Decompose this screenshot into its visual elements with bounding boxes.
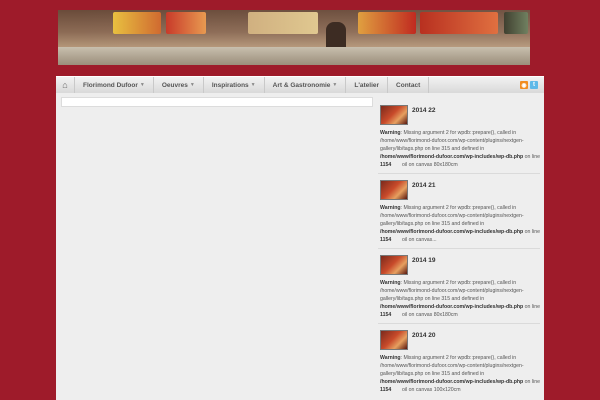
warning-message: : Missing argument 2 for wpdb::prepare()…	[380, 355, 524, 377]
post-meta: oil on canvas 100x120cm	[402, 387, 461, 393]
warning-message: : Missing argument 2 for wpdb::prepare()…	[380, 130, 524, 152]
chevron-down-icon: ▼	[139, 82, 145, 88]
warning-path: /home/www/florimond-dufoor.com/wp-includ…	[380, 304, 524, 310]
nav-item-latelier[interactable]: L'atelier	[346, 77, 389, 93]
post-thumbnail[interactable]	[380, 255, 408, 275]
warning-path: /home/www/florimond-dufoor.com/wp-includ…	[380, 229, 524, 235]
nav-item-label: Inspirations	[211, 81, 249, 89]
nav-item-label: Contact	[396, 81, 421, 89]
nav-item-florimond-dufoor[interactable]: Florimond Dufoor ▼	[75, 77, 154, 93]
post-meta: oil on canvas...	[402, 237, 437, 243]
post-thumbnail[interactable]	[380, 330, 408, 350]
chevron-down-icon: ▼	[189, 82, 195, 88]
nav-item-oeuvres[interactable]: Oeuvres ▼	[154, 77, 204, 93]
warning-line: 1154	[380, 387, 392, 393]
nav-item-label: Florimond Dufoor	[83, 81, 138, 89]
post-meta: oil on canvas 80x180cm	[402, 312, 458, 318]
warning-line: 1154	[380, 237, 392, 243]
post-thumbnail[interactable]	[380, 180, 408, 200]
warning-line: 1154	[380, 162, 392, 168]
rss-icon[interactable]: ◉	[520, 81, 528, 89]
list-item: 2014 21 Warning: Missing argument 2 for …	[378, 174, 540, 249]
chevron-down-icon: ▼	[250, 82, 256, 88]
nav-item-label: Art & Gastronomie	[272, 81, 331, 89]
warning-path: /home/www/florimond-dufoor.com/wp-includ…	[380, 154, 524, 160]
content-area: 2014 22 Warning: Missing argument 2 for …	[56, 93, 544, 400]
nav-item-art-gastronomie[interactable]: Art & Gastronomie ▼	[265, 77, 347, 93]
sidebar-recent-posts: 2014 22 Warning: Missing argument 2 for …	[378, 99, 540, 398]
warning-label: Warning	[380, 355, 401, 361]
warning-message: : Missing argument 2 for wpdb::prepare()…	[380, 280, 524, 302]
home-icon[interactable]: ⌂	[56, 77, 75, 93]
chevron-down-icon: ▼	[332, 82, 338, 88]
post-title[interactable]: 2014 20	[412, 332, 436, 339]
social-links: ◉ t	[520, 81, 544, 89]
post-title[interactable]: 2014 22	[412, 107, 436, 114]
main-navigation: ⌂ Florimond Dufoor ▼ Oeuvres ▼ Inspiration…	[56, 76, 544, 94]
warning-label: Warning	[380, 130, 401, 136]
post-meta: oil on canvas 80x180cm	[402, 162, 458, 168]
warning-online: on line	[523, 229, 540, 235]
warning-online: on line	[523, 154, 540, 160]
post-title[interactable]: 2014 19	[412, 257, 436, 264]
list-item: 2014 20 Warning: Missing argument 2 for …	[378, 324, 540, 398]
nav-item-label: Oeuvres	[161, 81, 188, 89]
warning-path: /home/www/florimond-dufoor.com/wp-includ…	[380, 379, 524, 385]
post-title[interactable]: 2014 21	[412, 182, 436, 189]
post-thumbnail[interactable]	[380, 105, 408, 125]
main-content-box	[61, 97, 373, 107]
header-banner-image	[58, 10, 530, 65]
warning-online: on line	[523, 304, 540, 310]
list-item: 2014 19 Warning: Missing argument 2 for …	[378, 249, 540, 324]
nav-item-inspirations[interactable]: Inspirations ▼	[204, 77, 265, 93]
twitter-icon[interactable]: t	[530, 81, 538, 89]
nav-item-contact[interactable]: Contact	[388, 77, 430, 93]
list-item: 2014 22 Warning: Missing argument 2 for …	[378, 99, 540, 174]
nav-item-label: L'atelier	[354, 81, 380, 89]
warning-online: on line	[523, 379, 540, 385]
warning-message: : Missing argument 2 for wpdb::prepare()…	[380, 205, 524, 227]
warning-label: Warning	[380, 205, 401, 211]
warning-label: Warning	[380, 280, 401, 286]
warning-line: 1154	[380, 312, 392, 318]
